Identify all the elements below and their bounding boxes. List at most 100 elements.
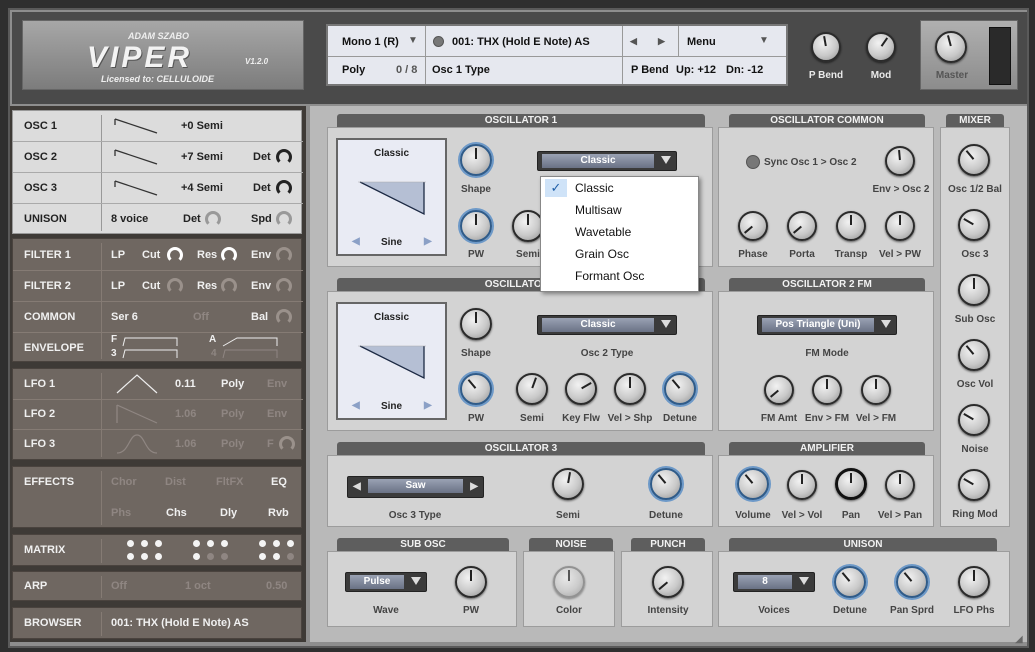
menu-button[interactable]: Menu [687,36,716,48]
osc1-type-combo[interactable]: Classic [537,151,677,171]
subosc-pw-knob[interactable] [455,566,487,598]
mixer-knob-sub-osc[interactable] [958,274,990,306]
lfo2-poly[interactable]: Poly [221,408,244,420]
envelope-row[interactable]: ENVELOPE F 3 A 4 [13,333,303,363]
fx-phaser-button[interactable]: Phs [111,507,131,519]
osc1-pw-knob[interactable] [460,210,492,242]
osc1-next-arrow-icon[interactable]: ▶ [424,236,432,247]
osc3-prev-arrow-icon[interactable]: ◀ [353,478,361,496]
env-fm-knob[interactable] [812,375,842,405]
lfo1-env[interactable]: Env [267,378,287,390]
osc3-detune-knob[interactable] [650,468,682,500]
filter1-res-mini-knob[interactable] [221,247,237,263]
osc3-next-arrow-icon[interactable]: ▶ [470,478,478,496]
fx-reverb-button[interactable]: Rvb [268,507,289,519]
next-patch-icon[interactable]: ▶ [658,36,665,47]
lfo3-row[interactable]: LFO 3 1.06 Poly F [13,429,303,459]
menu-item-wavetable[interactable]: Wavetable [541,221,698,243]
unison-row[interactable]: UNISON 8 voice Det Spd [13,204,303,234]
osc3-semi[interactable]: +4 Semi [181,182,223,194]
lfo3-poly[interactable]: Poly [221,438,244,450]
filter2-row[interactable]: FILTER 2 LP Cut Res Env [13,271,303,301]
volume-knob[interactable] [737,468,769,500]
osc2-keyflw-knob[interactable] [565,373,597,405]
osc2-detune-mini-knob[interactable] [276,149,292,165]
arp-mode[interactable]: Off [111,580,127,592]
menu-item-grain-osc[interactable]: Grain Osc [541,243,698,265]
transpose-knob[interactable] [836,211,866,241]
env-osc2-knob[interactable] [885,146,915,176]
lfo2-row[interactable]: LFO 2 1.06 Poly Env [13,399,303,429]
osc1-semi[interactable]: +0 Semi [181,120,223,132]
prev-patch-icon[interactable]: ◀ [630,36,637,47]
filter1-type[interactable]: LP [111,249,125,261]
fx-filterfx-button[interactable]: FltFX [216,476,244,488]
fx-eq-button[interactable]: EQ [271,476,287,488]
mod-wheel-knob[interactable] [866,32,896,62]
filter2-env-mini-knob[interactable] [276,278,292,294]
unison-spd-mini-knob[interactable] [276,211,292,227]
filter1-env-mini-knob[interactable] [276,247,292,263]
osc3-type-selector[interactable]: ◀ Saw ▶ [347,476,484,498]
osc2-velshp-knob[interactable] [614,373,646,405]
vel-pan-knob[interactable] [885,470,915,500]
osc3-detune-mini-knob[interactable] [276,180,292,196]
phase-knob[interactable] [738,211,768,241]
fx-distortion-button[interactable]: Dist [165,476,186,488]
unison-lfo-phase-knob[interactable] [958,566,990,598]
lfo3-mini-knob[interactable] [279,436,295,452]
unison-voices[interactable]: 8 voice [111,213,148,225]
vel-fm-knob[interactable] [861,375,891,405]
noise-color-knob[interactable] [553,566,585,598]
menu-item-classic[interactable]: ✓ Classic [541,177,698,199]
browser-patch-name[interactable]: 001: THX (Hold E Note) AS [111,617,249,629]
osc3-semi-knob[interactable] [552,468,584,500]
osc2-semi-knob[interactable] [516,373,548,405]
subosc-wave-combo[interactable]: Pulse [345,572,427,592]
common-off-label[interactable]: Off [193,311,209,323]
mixer-knob-osc-1-2-bal[interactable] [958,144,990,176]
filter-routing-mode[interactable]: Ser 6 [111,311,138,323]
arp-section[interactable]: ARP Off 1 oct 0.50 [12,571,302,601]
lfo1-rate[interactable]: 0.11 [175,378,196,390]
pitch-bend-knob[interactable] [811,32,841,62]
lfo1-poly[interactable]: Poly [221,378,244,390]
lfo3-env[interactable]: F [267,438,274,450]
lfo2-env[interactable]: Env [267,408,287,420]
osc2-row[interactable]: OSC 2 +7 Semi Det [13,142,303,172]
menu-item-formant-osc[interactable]: Formant Osc [541,265,698,287]
unison-voices-combo[interactable]: 8 [733,572,815,592]
unison-det-mini-knob[interactable] [205,211,221,227]
filter2-res-mini-knob[interactable] [221,278,237,294]
browser-section[interactable]: BROWSER 001: THX (Hold E Note) AS [12,607,302,639]
vel-vol-knob[interactable] [787,470,817,500]
sync-osc-label[interactable]: Sync Osc 1 > Osc 2 [764,157,857,168]
osc2-shape-knob[interactable] [460,308,492,340]
filter1-cutoff-mini-knob[interactable] [167,247,183,263]
punch-intensity-knob[interactable] [652,566,684,598]
vel-pw-knob[interactable] [885,211,915,241]
common-row[interactable]: COMMON Ser 6 Off Bal [13,302,303,332]
osc2-type-combo[interactable]: Classic [537,315,677,335]
osc2-next-arrow-icon[interactable]: ▶ [424,400,432,411]
voice-mode-arrow-icon[interactable]: ▼ [408,35,418,46]
filter2-type[interactable]: LP [111,280,125,292]
resize-grip-icon[interactable]: ◢ [1015,634,1023,645]
menu-arrow-icon[interactable]: ▼ [759,35,769,46]
lfo3-rate[interactable]: 1.06 [175,438,196,450]
master-volume-knob[interactable] [935,31,967,63]
sync-led-icon[interactable] [746,155,760,169]
unison-pan-spread-knob[interactable] [896,566,928,598]
voice-mode-select[interactable]: Mono 1 (R) [342,36,399,48]
filter2-cutoff-mini-knob[interactable] [167,278,183,294]
fx-delay-button[interactable]: Dly [220,507,237,519]
mixer-knob-ring-mod[interactable] [958,469,990,501]
mixer-knob-osc-3[interactable] [958,209,990,241]
menu-item-multisaw[interactable]: Multisaw [541,199,698,221]
osc2-wave-display[interactable]: Classic ◀ Sine ▶ [336,302,447,420]
osc1-wave-display[interactable]: Classic ◀ Sine ▶ [336,138,447,256]
unison-detune-knob[interactable] [834,566,866,598]
filter1-row[interactable]: FILTER 1 LP Cut Res Env [13,240,303,270]
fx-chorus-button[interactable]: Chor [111,476,137,488]
patch-name[interactable]: 001: THX (Hold E Note) AS [452,36,590,48]
